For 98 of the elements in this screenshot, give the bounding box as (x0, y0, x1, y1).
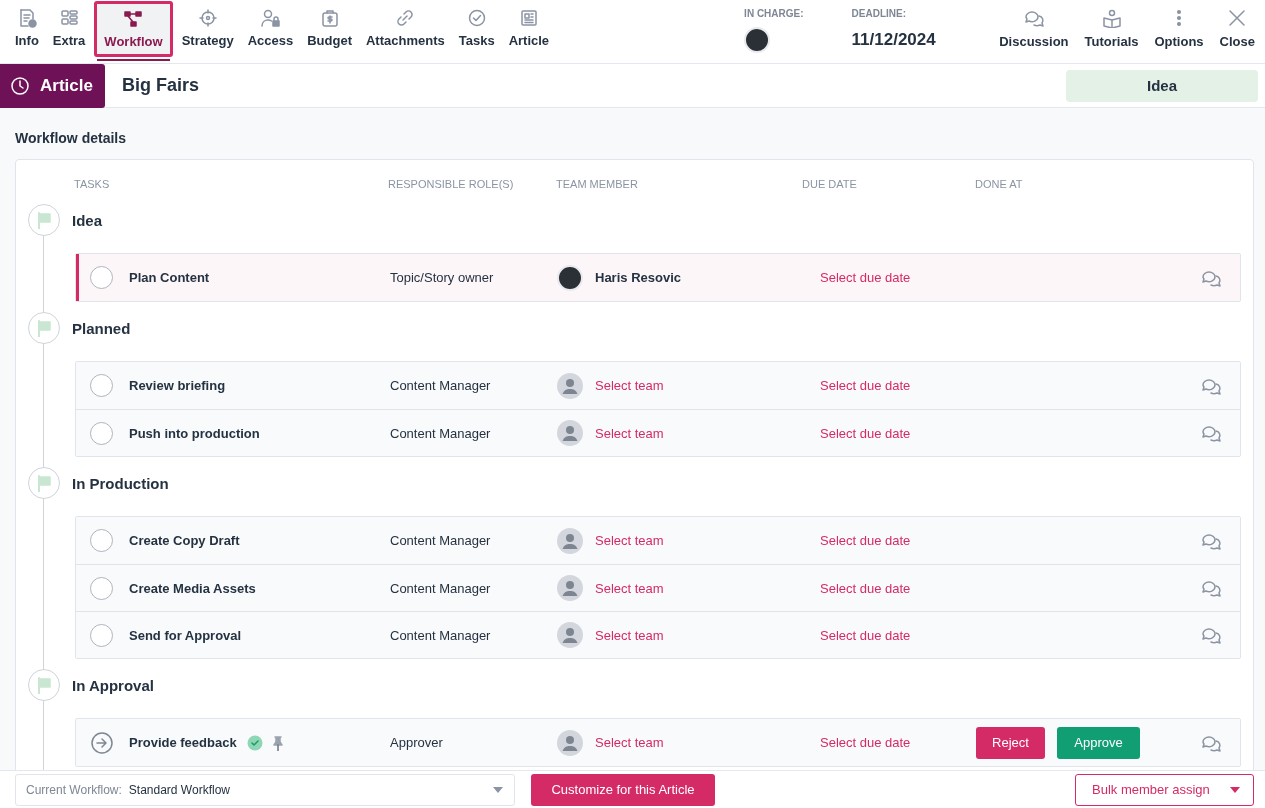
flag-icon (35, 474, 53, 492)
user-lock-icon (260, 8, 281, 28)
flag-icon (35, 211, 53, 229)
role-text: Content Manager (390, 627, 491, 643)
task-row[interactable]: Create Copy Draft Content Manager Select team Select due date (76, 517, 1240, 564)
role-text: Topic/Story owner (390, 270, 494, 285)
status-pill: Idea (1066, 69, 1258, 102)
task-row[interactable]: Push into production Content Manager Select team Select due date (76, 409, 1240, 456)
avatar-photo (744, 27, 771, 53)
task-row[interactable]: Plan Content Topic/Story owner Haris Resovic Select due date (76, 254, 1240, 301)
role-text: Content Manager (390, 580, 491, 596)
member-name: Haris Resovic (595, 270, 681, 285)
meta-label: IN CHARGE: (744, 8, 804, 19)
clock-icon (10, 75, 30, 96)
newspaper-icon (518, 8, 539, 28)
type-label: Article (40, 75, 93, 96)
task-name: Plan Content (129, 270, 210, 285)
toolbar-action[interactable]: Discussion (999, 0, 1069, 63)
customize-button[interactable]: Customize for this Article (531, 773, 715, 806)
toolbar-action[interactable]: Options (1154, 0, 1204, 63)
stage-name: Planned (72, 319, 131, 337)
column-header: DUE DATE (802, 178, 858, 192)
task-name: Create Media Assets (129, 580, 256, 596)
vertical-dots-icon (1176, 9, 1183, 27)
task-checkbox[interactable] (90, 623, 113, 647)
deadline-date: 11/12/2024 (851, 30, 936, 50)
select-due-date-link[interactable]: Select due date (820, 425, 911, 441)
stage-name: Idea (72, 211, 102, 229)
stage-name: In Approval (72, 676, 154, 694)
select-team-link[interactable]: Select team (595, 580, 664, 596)
column-header: DONE AT (975, 178, 1024, 192)
select-due-date-link[interactable]: Select due date (820, 533, 911, 548)
task-name: Provide feedback (129, 735, 237, 750)
column-header: TASKS (74, 178, 111, 192)
bulk-assign-button[interactable]: Bulk member assign (1075, 773, 1254, 806)
select-due-date-link[interactable]: Select due date (820, 270, 911, 285)
role-text: Content Manager (390, 533, 491, 548)
select-team-link[interactable]: Select team (595, 627, 664, 643)
toolbar-action[interactable]: Tutorials (1084, 0, 1139, 63)
select-due-date-link[interactable]: Select due date (820, 378, 911, 393)
role-text: Content Manager (390, 378, 491, 393)
caret-icon (492, 785, 504, 794)
toolbar-tab[interactable]: Access (240, 0, 301, 63)
toolbar-tab[interactable]: Article (501, 0, 557, 63)
toolbar-action[interactable]: Close (1219, 0, 1255, 63)
task-row[interactable]: Create Media Assets Content Manager Select team Select due date (76, 564, 1240, 611)
select-due-date-link[interactable]: Select due date (820, 580, 911, 596)
task-name: Send for Approval (129, 627, 242, 643)
select-team-link[interactable]: Select team (595, 735, 664, 750)
task-name: Create Copy Draft (129, 533, 240, 548)
role-text: Approver (390, 735, 443, 750)
flag-icon (35, 319, 53, 337)
task-checkbox[interactable] (90, 576, 113, 600)
arrow-circle-icon[interactable] (90, 730, 114, 755)
task-row[interactable]: Provide feedback Approver Select team Select due date Reject Approve (76, 719, 1240, 766)
reject-button[interactable]: Reject (976, 726, 1045, 759)
dropdown-label: Current Workflow: (26, 782, 122, 797)
toolbar-tab[interactable]: Info (8, 0, 46, 63)
toolbar-tab[interactable]: Budget (300, 0, 359, 63)
grid-icon (59, 8, 80, 28)
select-team-link[interactable]: Select team (595, 378, 664, 393)
task-checkbox[interactable] (90, 374, 113, 397)
section-title: Workflow details (15, 129, 127, 148)
comments-icon[interactable] (1200, 423, 1222, 443)
role-text: Content Manager (390, 425, 491, 441)
select-team-link[interactable]: Select team (595, 533, 664, 548)
chat-bubbles-icon (1022, 8, 1045, 28)
caret-icon (1229, 785, 1241, 794)
comments-icon[interactable] (1200, 578, 1222, 598)
toolbar-tab[interactable]: Attachments (359, 0, 452, 63)
workflow-icon (123, 9, 144, 29)
task-row[interactable]: Send for Approval Content Manager Select team Select due date (76, 611, 1240, 658)
task-checkbox[interactable] (90, 421, 113, 445)
select-due-date-link[interactable]: Select due date (820, 735, 911, 750)
dropdown-value: Standard Workflow (128, 782, 230, 797)
comments-icon[interactable] (1200, 625, 1222, 645)
column-header: TEAM MEMBER (556, 178, 639, 192)
check-circle-icon (466, 8, 487, 28)
task-checkbox[interactable] (90, 529, 113, 552)
task-checkbox[interactable] (90, 266, 113, 289)
task-row[interactable]: Review briefing Content Manager Select team Select due date (76, 362, 1240, 409)
open-book-icon (1100, 8, 1123, 28)
toolbar-tab[interactable]: Strategy (174, 0, 241, 63)
column-header: RESPONSIBLE ROLE(S) (388, 178, 515, 192)
link-icon (395, 8, 416, 28)
target-icon (197, 8, 218, 28)
flag-icon (35, 676, 53, 694)
toolbar-tab[interactable]: Extra (45, 0, 93, 63)
article-title: Big Fairs (122, 75, 200, 96)
task-name: Push into production (129, 425, 260, 441)
meta-label: DEADLINE: (851, 8, 907, 19)
money-box-icon (319, 8, 340, 28)
task-name: Review briefing (129, 378, 226, 393)
stage-name: In Production (72, 474, 169, 492)
select-due-date-link[interactable]: Select due date (820, 627, 911, 643)
toolbar-tab[interactable]: Tasks (451, 0, 502, 63)
select-team-link[interactable]: Select team (595, 425, 664, 441)
workflow-dropdown[interactable]: Current Workflow: Standard Workflow (15, 773, 515, 806)
